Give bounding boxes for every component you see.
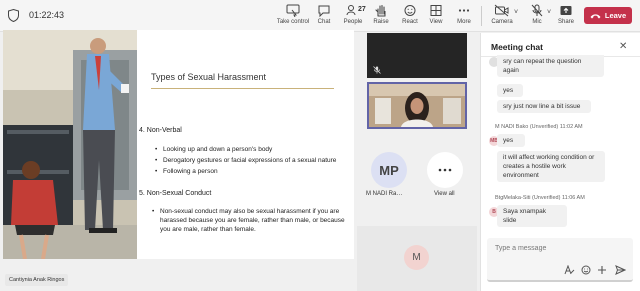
chat-message-meta: BtgMelaka-Siti (Unverified) 11:06 AM <box>495 195 585 201</box>
smiley-icon <box>404 5 416 16</box>
raise-label: Raise <box>373 19 389 25</box>
share-button[interactable]: Share <box>555 3 577 31</box>
take-control-icon <box>286 4 300 17</box>
chat-sender: M NADI Bako (Unverified) <box>495 124 559 130</box>
participant-video-tile-selected[interactable] <box>367 82 467 129</box>
participant-video-image <box>369 84 465 127</box>
mic-off-icon <box>531 4 543 17</box>
people-button[interactable]: 27 People <box>340 3 366 31</box>
share-label: Share <box>557 19 574 25</box>
chat-message: Saya xnampak slide <box>497 205 567 227</box>
chat-message-meta: M NADI Bako (Unverified) 11:02 AM <box>495 124 583 130</box>
people-count: 27 <box>358 6 366 13</box>
chat-button[interactable]: Chat <box>312 3 336 33</box>
react-button[interactable]: React <box>398 3 422 31</box>
raise-hand-button[interactable]: Raise <box>369 3 393 31</box>
send-icon[interactable] <box>615 265 626 275</box>
slide-section-heading: 4. Non-Verbal <box>139 127 182 134</box>
meeting-chat-panel: Meeting chat ✕ sry can repeat the questi… <box>480 33 640 291</box>
chat-icon <box>318 5 330 17</box>
meeting-toolbar: 01:22:43 Take control Chat 27 People Rai… <box>0 0 640 33</box>
participant-video-tile[interactable] <box>367 33 467 78</box>
slide-title-rule <box>151 88 334 89</box>
camera-off-icon <box>494 4 509 17</box>
slide-bullet: Non-sexual conduct may also be sexual ha… <box>152 207 350 234</box>
take-control-label: Take control <box>276 19 310 25</box>
chat-message: sry just now line a bit issue <box>497 100 591 113</box>
more-button[interactable]: More <box>453 3 475 31</box>
add-icon[interactable] <box>597 265 607 275</box>
slide-bullet: Looking up and down a person's body <box>155 145 272 154</box>
chat-panel-title: Meeting chat <box>491 42 543 52</box>
chat-sender: BtgMelaka-Siti (Unverified) <box>495 195 561 201</box>
raise-hand-icon <box>375 4 386 17</box>
close-icon[interactable]: ✕ <box>619 41 627 52</box>
chat-message: yes <box>497 84 523 97</box>
take-control-button[interactable]: Take control <box>276 3 310 31</box>
grid-view-icon <box>430 5 442 16</box>
slide-photo <box>3 30 137 259</box>
format-icon[interactable] <box>564 265 575 275</box>
shield-icon <box>8 9 19 22</box>
chat-message: sry can repeat the question again <box>497 55 604 77</box>
slide-bullet: Derogatory gestures or facial expression… <box>155 156 336 165</box>
more-icon <box>438 168 452 172</box>
emoji-icon[interactable] <box>581 265 591 275</box>
view-button[interactable]: View <box>426 3 446 31</box>
hang-up-icon <box>590 13 601 18</box>
view-label: View <box>429 19 443 25</box>
chat-timestamp: 11:06 AM <box>561 195 585 201</box>
participant-avatar[interactable]: MP <box>371 152 407 188</box>
participant-name: M NADI Ra… <box>366 191 403 197</box>
chat-message: yes <box>497 134 525 147</box>
more-icon <box>458 9 470 12</box>
more-label: More <box>457 19 471 25</box>
message-compose-box[interactable]: Type a message <box>487 238 633 282</box>
react-label: React <box>402 19 418 25</box>
chat-timestamp: 11:02 AM <box>559 124 583 130</box>
view-all-participants-button[interactable] <box>427 152 463 188</box>
muted-mic-icon <box>373 66 381 74</box>
presenter-name-tag: Cantiynia Anak Ringos <box>5 274 69 286</box>
chat-message: it will affect working condition or crea… <box>497 151 605 182</box>
view-all-label: View all <box>434 191 455 197</box>
slide-section-heading: 5. Non-Sexual Conduct <box>139 190 212 197</box>
shared-slide: Types of Sexual Harassment 4. Non-Verbal… <box>3 30 354 259</box>
message-input[interactable]: Type a message <box>495 245 546 252</box>
leave-button[interactable]: Leave <box>584 7 632 24</box>
slide-bullet: Following a person <box>155 167 217 176</box>
toolbar-divider <box>481 6 482 26</box>
office-scene-image <box>3 30 137 259</box>
leave-label: Leave <box>604 11 627 20</box>
chat-label: Chat <box>317 19 331 25</box>
meeting-timer: 01:22:43 <box>29 10 65 20</box>
slide-title: Types of Sexual Harassment <box>151 72 267 82</box>
self-avatar: M <box>404 245 429 270</box>
share-icon <box>560 6 572 15</box>
people-label: People <box>343 19 363 25</box>
